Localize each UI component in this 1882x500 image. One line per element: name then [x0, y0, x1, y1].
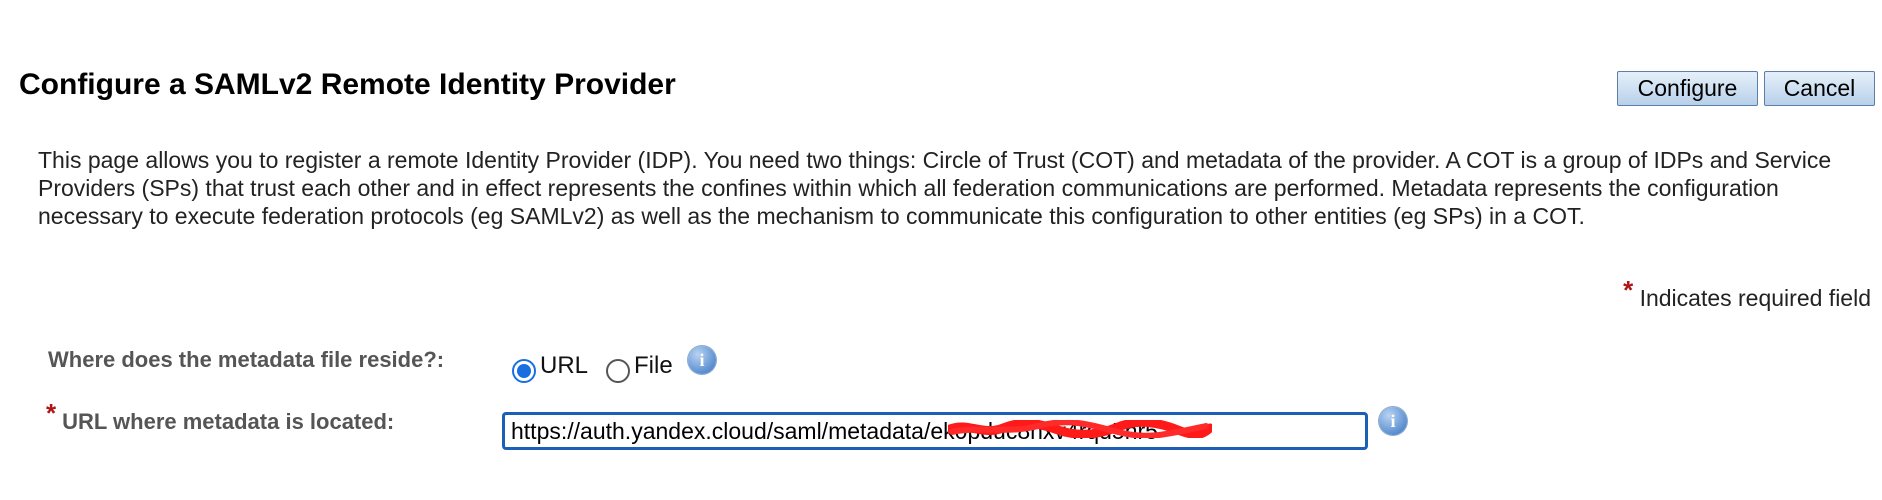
url-radio-label[interactable]: URL: [540, 352, 588, 380]
file-radio[interactable]: [606, 359, 631, 383]
file-radio-label[interactable]: File: [634, 352, 673, 380]
required-field-note: * Indicates required field: [1623, 275, 1871, 313]
info-icon[interactable]: i: [688, 346, 716, 374]
configure-button[interactable]: Configure: [1617, 71, 1758, 106]
metadata-url-label-text: URL where metadata is located:: [62, 409, 395, 434]
required-star-icon: *: [46, 398, 57, 428]
page-title: Configure a SAMLv2 Remote Identity Provi…: [19, 68, 676, 101]
required-note-text: Indicates required field: [1639, 285, 1871, 311]
metadata-location-label: Where does the metadata file reside?:: [48, 347, 445, 372]
metadata-location-radio-group: URL File: [512, 352, 691, 383]
cancel-button[interactable]: Cancel: [1764, 71, 1875, 106]
metadata-url-label: * URL where metadata is located:: [46, 398, 395, 436]
required-star-icon: *: [1623, 275, 1634, 305]
page-description: This page allows you to register a remot…: [38, 147, 1832, 229]
info-icon[interactable]: i: [1379, 407, 1407, 435]
url-radio[interactable]: [512, 359, 536, 383]
metadata-url-input[interactable]: [502, 412, 1368, 450]
